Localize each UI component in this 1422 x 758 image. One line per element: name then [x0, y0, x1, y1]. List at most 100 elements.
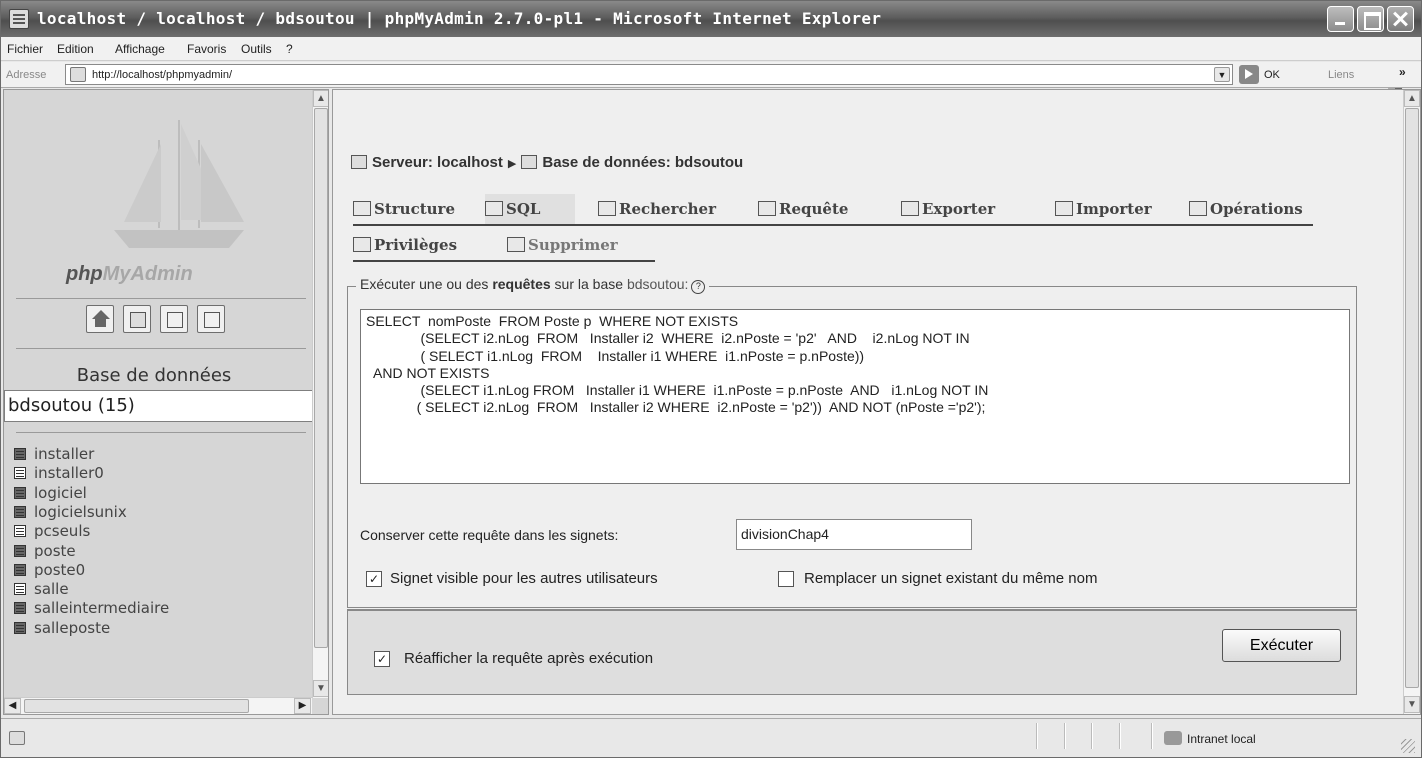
menu-bar: Fichier Edition Affichage Favoris Outils… — [1, 37, 1421, 61]
chevron-down-icon[interactable]: ▼ — [1214, 67, 1230, 82]
tab-sql[interactable]: SQL — [485, 194, 575, 224]
bookmark-label: Conserver cette requête dans les signets… — [360, 527, 619, 543]
tab-privileges[interactable]: Privilèges — [353, 230, 457, 260]
left-nav-frame: phpMyAdmin Base de données bdsoutou (15)… — [3, 89, 329, 715]
address-label: Adresse — [6, 69, 47, 81]
scroll-right-icon[interactable]: ▶ — [294, 698, 311, 714]
operations-icon — [1189, 201, 1207, 216]
links-chevron-icon[interactable]: » — [1399, 65, 1406, 79]
table-icon[interactable] — [14, 505, 26, 518]
menu-affichage[interactable]: Affichage — [115, 42, 165, 56]
table-name[interactable]: logicielsunix — [34, 503, 127, 521]
links-toolbar[interactable]: Liens — [1328, 69, 1354, 81]
table-icon[interactable] — [14, 563, 26, 576]
security-zone-label: Intranet local — [1187, 732, 1256, 746]
address-input[interactable]: http://localhost/phpmyadmin/ ▼ — [65, 64, 1233, 85]
table-icon[interactable] — [14, 448, 26, 460]
database-icon — [521, 155, 538, 169]
maximize-button[interactable] — [1357, 6, 1384, 32]
scroll-thumb[interactable] — [314, 108, 328, 648]
table-name[interactable]: pcseuls — [34, 522, 90, 540]
execute-button[interactable]: Exécuter — [1222, 629, 1341, 662]
table-name[interactable]: salleintermediaire — [34, 599, 169, 617]
window-title: localhost / localhost / bdsoutou | phpMy… — [37, 9, 882, 28]
scroll-down-icon[interactable]: ▼ — [1404, 696, 1420, 713]
table-name[interactable]: poste — [34, 542, 76, 560]
table-name[interactable]: installer — [34, 445, 94, 463]
bookmark-input[interactable]: divisionChap4 — [736, 519, 972, 550]
divider — [16, 432, 306, 433]
breadcrumb-server[interactable]: Serveur: localhost — [372, 154, 503, 171]
left-horizontal-scrollbar[interactable]: ◀ ▶ — [4, 697, 312, 714]
tab-exporter[interactable]: Exporter — [901, 194, 995, 224]
divider — [16, 298, 306, 299]
tab-rechercher[interactable]: Rechercher — [598, 194, 716, 224]
breadcrumb-database[interactable]: Base de données: bdsoutou — [542, 154, 743, 171]
documentation-icon[interactable] — [197, 305, 225, 333]
breadcrumb: Serveur: localhost ▶ Base de données: bdso… — [351, 154, 743, 171]
tab-structure[interactable]: Structure — [353, 194, 455, 224]
tab-operations[interactable]: Opérations — [1189, 194, 1303, 224]
table-name[interactable]: logiciel — [34, 484, 87, 502]
sql-query-fieldset: Exécuter une ou des requêtes sur la base… — [347, 276, 1357, 608]
scroll-left-icon[interactable]: ◀ — [4, 698, 21, 714]
scroll-thumb[interactable] — [24, 699, 249, 713]
title-bar: localhost / localhost / bdsoutou | phpMy… — [1, 1, 1421, 37]
table-name[interactable]: salleposte — [34, 619, 110, 637]
replace-bookmark-checkbox[interactable] — [778, 571, 794, 587]
ie-page-icon — [9, 9, 29, 29]
scroll-up-icon[interactable]: ▲ — [313, 90, 328, 107]
redisplay-query-label: Réafficher la requête après exécution — [404, 650, 654, 667]
left-vertical-scrollbar[interactable]: ▲ ▼ — [312, 90, 328, 698]
tab-supprimer[interactable]: Supprimer — [507, 230, 618, 260]
status-bar: Intranet local — [1, 718, 1421, 757]
status-separator — [1119, 723, 1120, 749]
search-icon — [598, 201, 616, 216]
home-icon[interactable] — [86, 305, 114, 333]
scroll-thumb[interactable] — [1405, 108, 1419, 688]
tab-importer[interactable]: Importer — [1055, 194, 1152, 224]
signet-visible-checkbox[interactable]: ✓ — [366, 571, 382, 587]
menu-fichier[interactable]: Fichier — [7, 42, 43, 56]
menu-outils[interactable]: Outils — [241, 42, 272, 56]
table-name[interactable]: poste0 — [34, 561, 85, 579]
query-icon — [758, 201, 776, 216]
scroll-up-icon[interactable]: ▲ — [1404, 90, 1420, 107]
sql-icon — [485, 201, 503, 216]
resize-grip-icon[interactable] — [1401, 739, 1415, 753]
minimize-button[interactable] — [1327, 6, 1354, 32]
help-icon[interactable]: ? — [691, 280, 706, 294]
table-icon[interactable] — [14, 544, 26, 557]
table-name[interactable]: installer0 — [34, 464, 104, 482]
sql-fieldset-legend: Exécuter une ou des requêtes sur la base… — [356, 276, 710, 294]
menu-help[interactable]: ? — [286, 42, 293, 56]
main-vertical-scrollbar[interactable]: ▲ ▼ — [1403, 90, 1420, 714]
table-name[interactable]: salle — [34, 580, 69, 598]
privileges-icon — [353, 237, 371, 252]
sql-textarea[interactable]: SELECT nomPoste FROM Poste p WHERE NOT E… — [360, 309, 1350, 484]
query-window-icon[interactable] — [160, 305, 188, 333]
database-select[interactable]: bdsoutou (15) — [4, 390, 314, 422]
close-button[interactable] — [1387, 6, 1414, 32]
drop-icon — [507, 237, 525, 252]
menu-edition[interactable]: Edition — [57, 42, 94, 56]
go-arrow-icon — [1239, 65, 1259, 84]
table-icon[interactable] — [14, 525, 26, 538]
execute-bar: ✓ Réafficher la requête après exécution … — [347, 609, 1357, 695]
table-icon[interactable] — [14, 583, 26, 596]
page-icon — [70, 67, 86, 82]
divider — [16, 348, 306, 349]
table-icon[interactable] — [14, 486, 26, 499]
tab-requete[interactable]: Requête — [758, 194, 848, 224]
intranet-zone-icon — [1164, 731, 1182, 745]
table-icon[interactable] — [14, 467, 26, 480]
phpmyadmin-logo: phpMyAdmin — [66, 263, 193, 285]
menu-favoris[interactable]: Favoris — [187, 42, 226, 56]
main-frame: Serveur: localhost ▶ Base de données: bdso… — [332, 89, 1421, 715]
table-icon[interactable] — [14, 602, 26, 615]
scroll-down-icon[interactable]: ▼ — [313, 680, 328, 697]
sql-icon[interactable] — [123, 305, 151, 333]
address-bar: Adresse http://localhost/phpmyadmin/ ▼ O… — [1, 62, 1421, 88]
redisplay-query-checkbox[interactable]: ✓ — [374, 651, 390, 667]
table-icon[interactable] — [14, 621, 26, 634]
